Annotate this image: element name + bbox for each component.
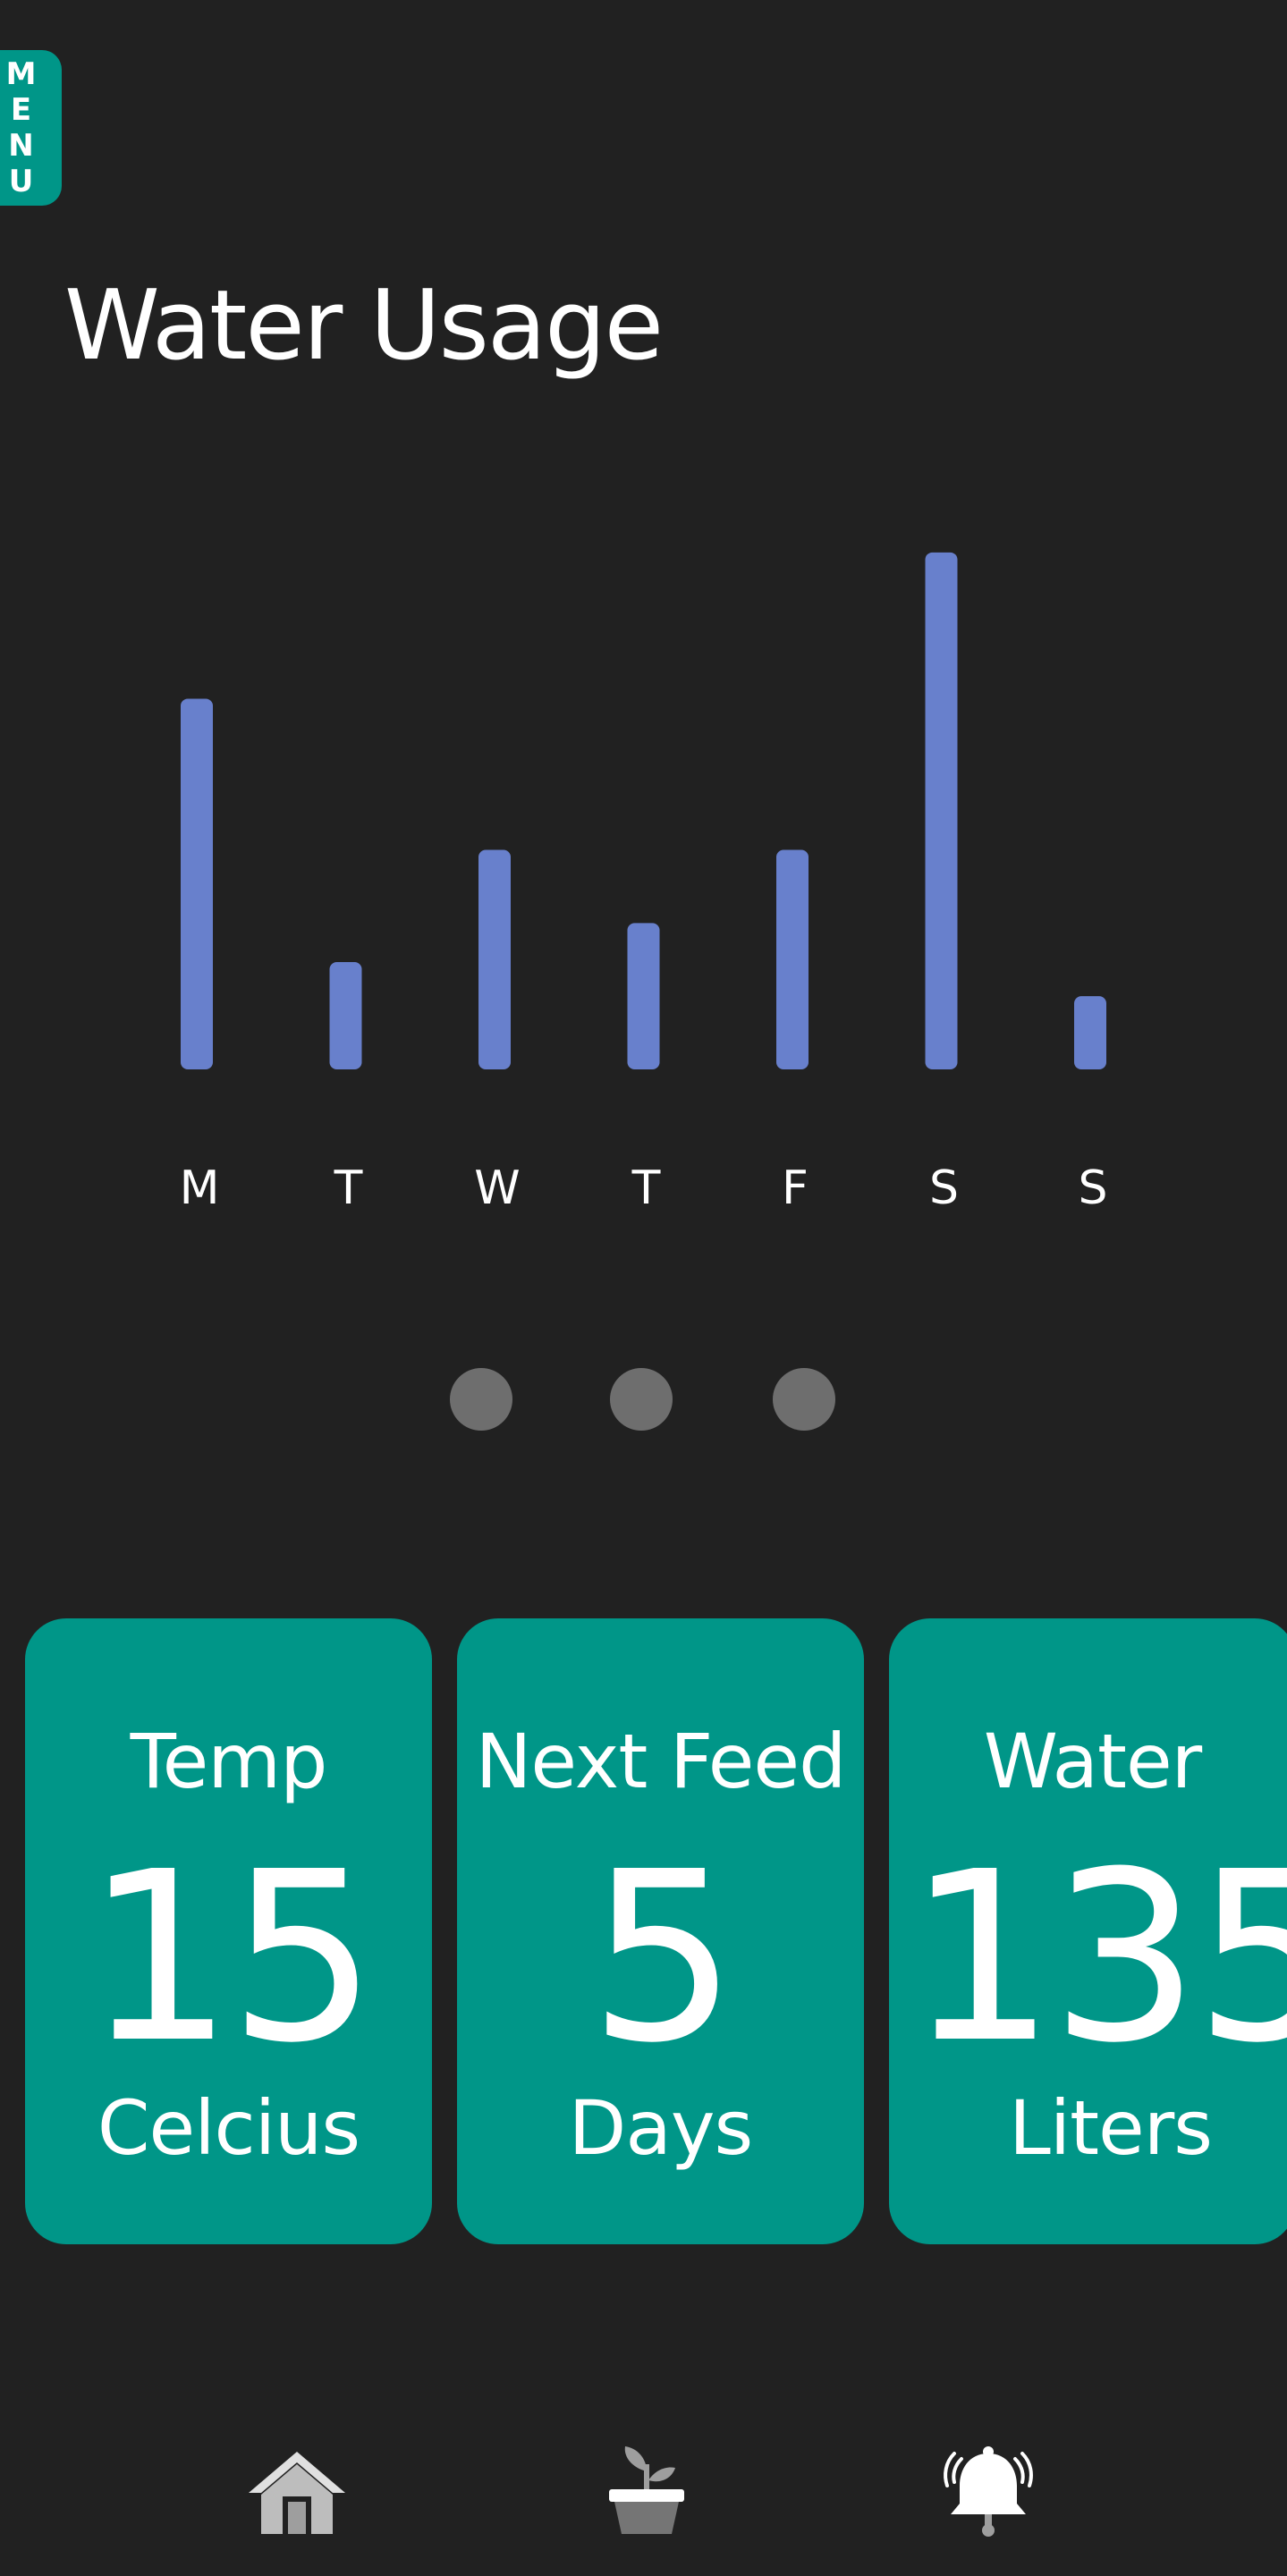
menu-button[interactable]: M E N U xyxy=(0,50,62,206)
pager-dot-2[interactable] xyxy=(610,1368,673,1431)
home-icon xyxy=(249,2452,345,2534)
pager-dot-3[interactable] xyxy=(773,1368,835,1431)
card-value: 135 xyxy=(907,1821,1287,2094)
menu-letter-e: E xyxy=(10,92,32,128)
water-usage-chart: MTWTFSS xyxy=(180,552,1108,1215)
day-label-3: W xyxy=(474,1161,520,1215)
nav-alerts-button[interactable] xyxy=(935,2441,1042,2539)
nav-home-button[interactable] xyxy=(243,2441,351,2539)
card-unit: Liters xyxy=(1008,2084,1213,2172)
menu-letter-m: M xyxy=(5,56,37,92)
card-unit: Days xyxy=(568,2084,754,2172)
day-label-7: S xyxy=(1078,1161,1107,1215)
bottom-nav xyxy=(0,2441,1287,2548)
bar-1 xyxy=(181,698,213,1069)
card-label: Water xyxy=(983,1718,1202,1805)
nav-plant-button[interactable] xyxy=(593,2441,700,2539)
bar-6 xyxy=(925,552,958,1069)
day-label-5: F xyxy=(782,1161,809,1215)
bar-3 xyxy=(478,849,511,1069)
day-label-6: S xyxy=(929,1161,959,1215)
day-label-1: M xyxy=(180,1161,220,1215)
day-label-4: T xyxy=(631,1161,661,1215)
menu-letter-n: N xyxy=(8,128,34,164)
bell-ringing-icon xyxy=(944,2446,1033,2537)
card-value: 15 xyxy=(84,1821,377,2094)
water-card[interactable]: Water 135 Liters xyxy=(889,1618,1287,2244)
pager-dots xyxy=(0,1368,1287,1431)
bar-5 xyxy=(776,849,809,1069)
card-unit: Celcius xyxy=(97,2084,360,2172)
bar-7 xyxy=(1074,996,1106,1069)
page-title: Water Usage xyxy=(64,270,664,382)
day-label-2: T xyxy=(334,1161,363,1215)
next-feed-card[interactable]: Next Feed 5 Days xyxy=(457,1618,864,2244)
card-label: Temp xyxy=(130,1718,328,1805)
menu-letter-u: U xyxy=(8,164,34,199)
bar-4 xyxy=(627,923,660,1069)
plant-pot-icon xyxy=(609,2446,684,2534)
card-label: Next Feed xyxy=(475,1718,847,1805)
card-value: 5 xyxy=(588,1821,738,2094)
bar-2 xyxy=(329,962,362,1069)
temp-card[interactable]: Temp 15 Celcius xyxy=(25,1618,432,2244)
pager-dot-1[interactable] xyxy=(450,1368,512,1431)
